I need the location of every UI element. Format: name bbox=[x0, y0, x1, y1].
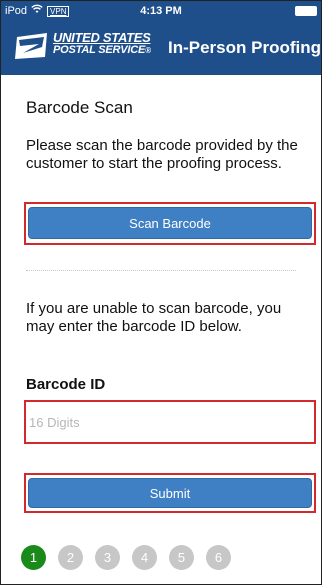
status-time: 4:13 PM bbox=[140, 5, 182, 17]
top-bar: iPod VPN 4:13 PM UNITED STATES POSTAL SE… bbox=[1, 1, 321, 75]
app-screen: iPod VPN 4:13 PM UNITED STATES POSTAL SE… bbox=[0, 0, 322, 585]
submit-button[interactable]: Submit bbox=[28, 478, 312, 508]
usps-wordmark: UNITED STATES POSTAL SERVICE® bbox=[53, 31, 153, 57]
step-indicator-5: 5 bbox=[169, 545, 194, 570]
scan-barcode-button[interactable]: Scan Barcode bbox=[28, 207, 312, 239]
page-title: In-Person Proofing bbox=[168, 38, 321, 57]
brand-line-2: POSTAL SERVICE® bbox=[53, 44, 153, 57]
barcode-scan-heading: Barcode Scan bbox=[26, 98, 133, 117]
status-bar: iPod VPN 4:13 PM bbox=[1, 1, 321, 21]
scan-instructions: Please scan the barcode provided by the … bbox=[26, 137, 298, 172]
step-indicator-3: 3 bbox=[95, 545, 120, 570]
step-indicator-4: 4 bbox=[132, 545, 157, 570]
barcode-id-label: Barcode ID bbox=[26, 376, 106, 393]
brand-line-2-text: POSTAL SERVICE bbox=[53, 44, 146, 56]
app-header: UNITED STATES POSTAL SERVICE® In-Person … bbox=[1, 21, 321, 75]
manual-entry-instructions: If you are unable to scan barcode, you m… bbox=[26, 300, 282, 335]
battery-icon bbox=[295, 6, 317, 16]
brand-registered-mark: ® bbox=[145, 46, 151, 55]
usps-eagle-logo-icon bbox=[15, 31, 49, 61]
section-divider bbox=[26, 270, 296, 271]
step-indicator-2: 2 bbox=[58, 545, 83, 570]
step-indicator-1: 1 bbox=[21, 545, 46, 570]
progress-steps: 1 2 3 4 5 6 bbox=[21, 545, 231, 570]
barcode-id-input[interactable] bbox=[27, 404, 313, 440]
step-indicator-6: 6 bbox=[206, 545, 231, 570]
brand-line-1: UNITED STATES bbox=[53, 30, 151, 45]
